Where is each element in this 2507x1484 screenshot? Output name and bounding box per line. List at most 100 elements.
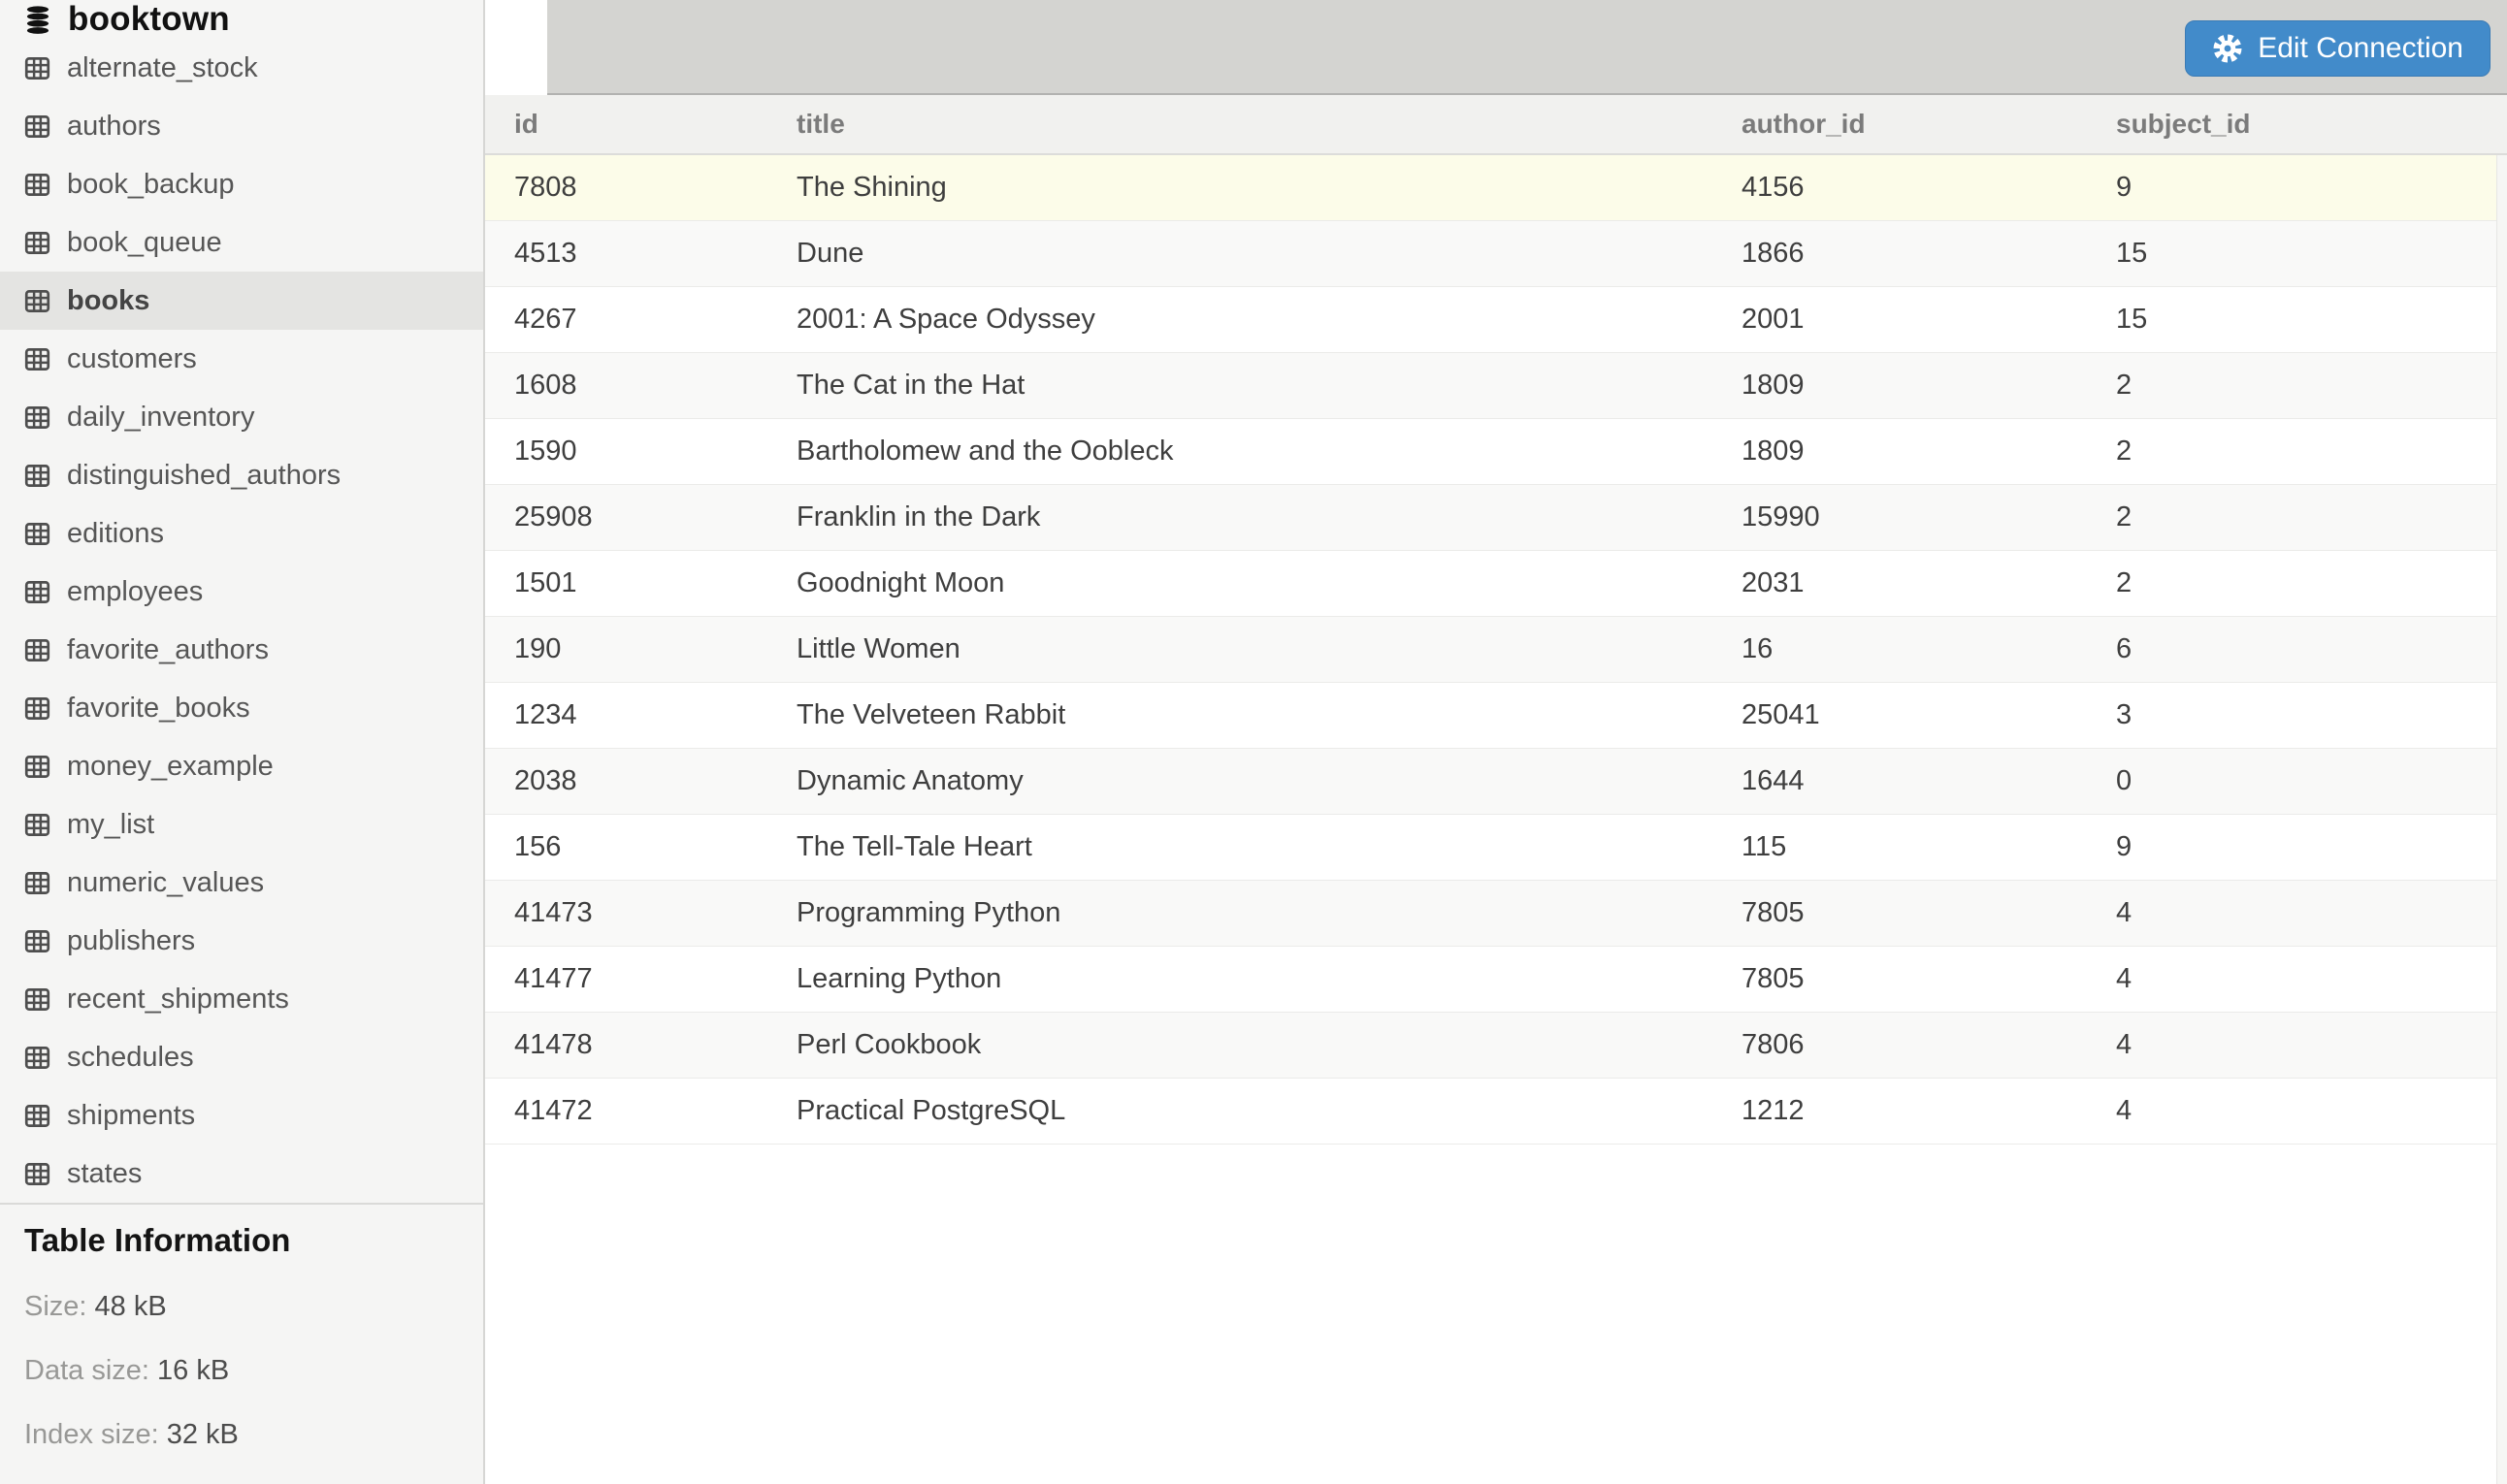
table-row[interactable]: 1501 Goodnight Moon 2031 2 bbox=[485, 551, 2507, 617]
sidebar-item[interactable]: book_backup bbox=[0, 155, 483, 213]
table-row[interactable]: 7808 The Shining 4156 9 bbox=[485, 155, 2507, 221]
info-label: Size: bbox=[24, 1291, 95, 1322]
cell-id: 1501 bbox=[485, 567, 767, 599]
sidebar-item[interactable]: my_list bbox=[0, 795, 483, 854]
cell-subject-id: 15 bbox=[2087, 238, 2507, 270]
tabs bbox=[485, 0, 920, 93]
column-header-id[interactable]: id bbox=[485, 109, 767, 140]
cell-id: 41472 bbox=[485, 1095, 767, 1127]
table-icon bbox=[24, 579, 50, 605]
table-row[interactable]: 41473 Programming Python 7805 4 bbox=[485, 881, 2507, 947]
table-row[interactable]: 4267 2001: A Space Odyssey 2001 15 bbox=[485, 287, 2507, 353]
info-label: Index size: bbox=[24, 1419, 167, 1450]
sidebar-item[interactable]: books bbox=[0, 272, 483, 330]
database-header[interactable]: booktown bbox=[0, 0, 483, 39]
cell-author-id: 25041 bbox=[1712, 699, 2087, 731]
cell-id: 1234 bbox=[485, 699, 767, 731]
sidebar-item[interactable]: book_queue bbox=[0, 213, 483, 272]
cell-subject-id: 2 bbox=[2087, 370, 2507, 402]
sidebar-item[interactable]: shipments bbox=[0, 1086, 483, 1145]
sidebar-item[interactable]: editions bbox=[0, 504, 483, 563]
table-icon bbox=[24, 986, 50, 1013]
table-icon bbox=[24, 55, 50, 81]
column-header-author-id[interactable]: author_id bbox=[1712, 109, 2087, 140]
cell-author-id: 115 bbox=[1712, 831, 2087, 863]
cell-title: The Velveteen Rabbit bbox=[767, 699, 1712, 731]
sidebar-item[interactable]: distinguished_authors bbox=[0, 446, 483, 504]
cell-subject-id: 4 bbox=[2087, 897, 2507, 929]
sidebar-item[interactable]: recent_shipments bbox=[0, 970, 483, 1028]
sidebar-item[interactable]: publishers bbox=[0, 912, 483, 970]
table-row[interactable]: 41472 Practical PostgreSQL 1212 4 bbox=[485, 1079, 2507, 1145]
sidebar-item[interactable]: daily_inventory bbox=[0, 388, 483, 446]
cell-author-id: 1644 bbox=[1712, 765, 2087, 797]
table-row[interactable]: 1608 The Cat in the Hat 1809 2 bbox=[485, 353, 2507, 419]
cell-id: 1590 bbox=[485, 436, 767, 468]
cell-id: 25908 bbox=[485, 501, 767, 533]
table-row[interactable]: 2038 Dynamic Anatomy 1644 0 bbox=[485, 749, 2507, 815]
info-row: Data size: 16 kB bbox=[24, 1355, 459, 1387]
cell-subject-id: 2 bbox=[2087, 436, 2507, 468]
sidebar-item-label: schedules bbox=[67, 1042, 194, 1074]
table-icon bbox=[24, 812, 50, 838]
sidebar-item-label: books bbox=[67, 285, 149, 317]
cell-subject-id: 9 bbox=[2087, 172, 2507, 204]
cell-title: Learning Python bbox=[767, 963, 1712, 995]
table-row[interactable]: 1590 Bartholomew and the Oobleck 1809 2 bbox=[485, 419, 2507, 485]
cell-author-id: 1866 bbox=[1712, 238, 2087, 270]
cell-id: 4513 bbox=[485, 238, 767, 270]
sidebar-item[interactable]: customers bbox=[0, 330, 483, 388]
cell-title: Goodnight Moon bbox=[767, 567, 1712, 599]
cell-title: Franklin in the Dark bbox=[767, 501, 1712, 533]
sidebar-item-label: customers bbox=[67, 343, 197, 375]
sidebar: booktown alternate_stock authors bbox=[0, 0, 485, 1484]
cell-title: Bartholomew and the Oobleck bbox=[767, 436, 1712, 468]
table-row[interactable]: 156 The Tell-Tale Heart 115 9 bbox=[485, 815, 2507, 881]
table-icon bbox=[24, 521, 50, 547]
sidebar-item-label: distinguished_authors bbox=[67, 460, 341, 492]
column-header-title[interactable]: title bbox=[767, 109, 1712, 140]
info-label: Data size: bbox=[24, 1355, 157, 1386]
table-row[interactable]: 41477 Learning Python 7805 4 bbox=[485, 947, 2507, 1013]
cell-author-id: 1809 bbox=[1712, 436, 2087, 468]
tab[interactable] bbox=[485, 0, 547, 95]
edit-connection-button[interactable]: Edit Connection bbox=[2185, 20, 2491, 77]
table-row[interactable]: 25908 Franklin in the Dark 15990 2 bbox=[485, 485, 2507, 551]
sidebar-item[interactable]: favorite_books bbox=[0, 679, 483, 737]
table-row[interactable]: 4513 Dune 1866 15 bbox=[485, 221, 2507, 287]
sidebar-item-label: book_queue bbox=[67, 227, 222, 259]
info-value: 16 kB bbox=[157, 1355, 229, 1386]
info-row: Index size: 32 kB bbox=[24, 1419, 459, 1451]
cell-title: The Shining bbox=[767, 172, 1712, 204]
database-icon bbox=[24, 4, 51, 36]
sidebar-item-label: editions bbox=[67, 518, 164, 550]
sidebar-item[interactable]: authors bbox=[0, 97, 483, 155]
tab[interactable] bbox=[609, 0, 671, 93]
sidebar-item[interactable]: numeric_values bbox=[0, 854, 483, 912]
tab[interactable] bbox=[547, 0, 609, 93]
cell-id: 41478 bbox=[485, 1029, 767, 1061]
cell-author-id: 16 bbox=[1712, 633, 2087, 665]
sidebar-item-label: recent_shipments bbox=[67, 984, 289, 1016]
table-row[interactable]: 41478 Perl Cookbook 7806 4 bbox=[485, 1013, 2507, 1079]
sidebar-item[interactable]: favorite_authors bbox=[0, 621, 483, 679]
cell-author-id: 1809 bbox=[1712, 370, 2087, 402]
sidebar-item[interactable]: money_example bbox=[0, 737, 483, 795]
tab[interactable] bbox=[796, 0, 858, 93]
sidebar-item[interactable]: employees bbox=[0, 563, 483, 621]
tab[interactable] bbox=[858, 0, 920, 93]
sidebar-item[interactable]: states bbox=[0, 1145, 483, 1203]
cell-id: 41473 bbox=[485, 897, 767, 929]
vertical-scrollbar[interactable] bbox=[2496, 155, 2507, 1484]
cell-author-id: 4156 bbox=[1712, 172, 2087, 204]
sidebar-item[interactable]: schedules bbox=[0, 1028, 483, 1086]
column-header-subject-id[interactable]: subject_id bbox=[2087, 109, 2507, 140]
cell-subject-id: 2 bbox=[2087, 501, 2507, 533]
sidebar-item-label: authors bbox=[67, 111, 161, 143]
tab[interactable] bbox=[671, 0, 733, 93]
table-row[interactable]: 1234 The Velveteen Rabbit 25041 3 bbox=[485, 683, 2507, 749]
sidebar-item[interactable]: alternate_stock bbox=[0, 39, 483, 97]
table-row[interactable]: 190 Little Women 16 6 bbox=[485, 617, 2507, 683]
cell-title: Dynamic Anatomy bbox=[767, 765, 1712, 797]
tab[interactable] bbox=[733, 0, 796, 93]
